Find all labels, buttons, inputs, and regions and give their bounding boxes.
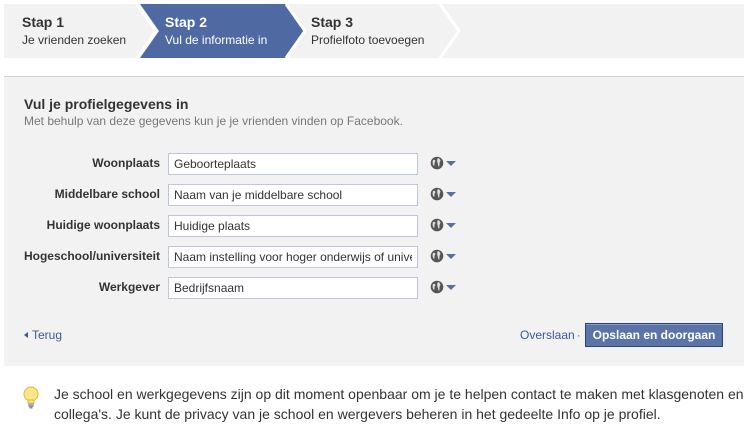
step-3: Stap 3 Profielfoto toevoegen	[311, 14, 424, 48]
hogeschool-input[interactable]	[168, 246, 418, 268]
field-row-woonplaats: Woonplaats	[4, 153, 744, 175]
woonplaats-input[interactable]	[168, 153, 418, 175]
privacy-selector-middelbare-school[interactable]	[430, 187, 460, 203]
field-label-huidige-woonplaats: Huidige woonplaats	[46, 218, 160, 232]
lightbulb-icon	[23, 386, 39, 409]
step-2: Stap 2 Vul de informatie in	[165, 14, 267, 48]
step-1-number: Stap 1	[22, 14, 65, 30]
privacy-selector-woonplaats[interactable]	[430, 156, 460, 172]
huidige-woonplaats-input[interactable]	[168, 215, 418, 237]
field-row-hogeschool: Hogeschool/universiteit	[4, 246, 744, 268]
chevron-down-icon	[446, 285, 456, 290]
chevron-down-icon	[446, 223, 456, 228]
field-label-middelbare-school: Middelbare school	[54, 187, 160, 201]
progress-steps: Stap 1 Je vrienden zoeken Stap 2 Vul de …	[4, 4, 744, 58]
step-2-description: Vul de informatie in	[165, 33, 268, 47]
field-row-huidige-woonplaats: Huidige woonplaats	[4, 215, 744, 237]
chevron-down-icon	[446, 192, 456, 197]
werkgever-input[interactable]	[168, 277, 418, 299]
save-and-continue-button[interactable]: Opslaan en doorgaan	[585, 323, 723, 347]
globe-icon	[430, 249, 444, 263]
field-row-werkgever: Werkgever	[4, 277, 744, 299]
skip-separator: ·	[576, 328, 581, 342]
back-link[interactable]: Terug	[24, 328, 62, 342]
chevron-down-icon	[446, 254, 456, 259]
privacy-selector-huidige-woonplaats[interactable]	[430, 218, 460, 234]
middelbare-school-input[interactable]	[168, 184, 418, 206]
step-divider-3	[438, 4, 461, 58]
chevron-left-icon	[24, 331, 28, 338]
privacy-selector-hogeschool[interactable]	[430, 249, 460, 265]
globe-icon	[430, 218, 444, 232]
field-label-werkgever: Werkgever	[98, 280, 160, 294]
step-1-description: Je vrienden zoeken	[22, 33, 127, 47]
skip-label: Overslaan	[520, 328, 575, 342]
form-title: Vul je profielgegevens in	[24, 96, 189, 112]
privacy-selector-werkgever[interactable]	[430, 280, 460, 296]
field-row-middelbare-school: Middelbare school	[4, 184, 744, 206]
globe-icon	[430, 156, 444, 170]
globe-icon	[430, 280, 444, 294]
notice-text: Je school en werkgegevens zijn op dit mo…	[54, 386, 744, 422]
field-label-woonplaats: Woonplaats	[92, 156, 160, 170]
chevron-down-icon	[446, 161, 456, 166]
step-3-description: Profielfoto toevoegen	[311, 33, 425, 47]
step-2-number: Stap 2	[165, 14, 208, 30]
step-3-number: Stap 3	[311, 14, 354, 30]
profile-form-panel: Vul je profielgegevens in Met behulp van…	[4, 76, 744, 366]
skip-link[interactable]: Overslaan ·	[520, 328, 581, 342]
back-label: Terug	[32, 328, 63, 342]
step-1: Stap 1 Je vrienden zoeken	[22, 14, 126, 48]
globe-icon	[430, 187, 444, 201]
field-label-hogeschool: Hogeschool/universiteit	[23, 249, 160, 263]
form-subtitle: Met behulp van deze gegevens kun je je v…	[24, 114, 403, 128]
